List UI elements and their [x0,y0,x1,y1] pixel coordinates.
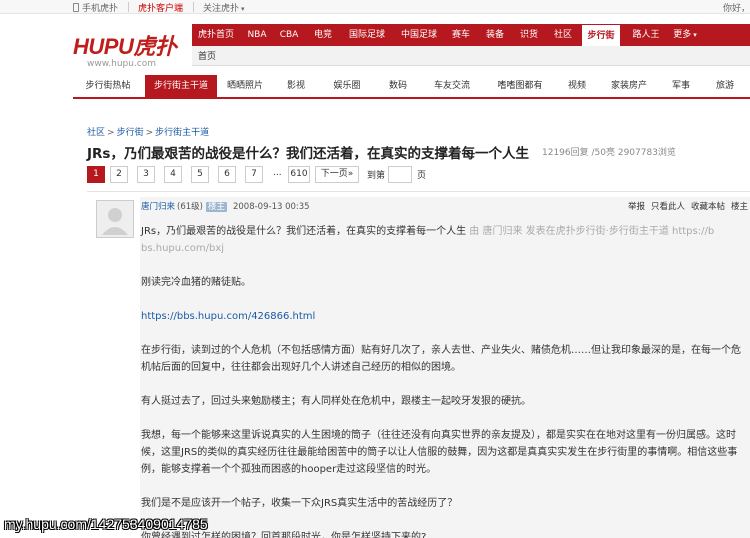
client-link[interactable]: 虎扑客户端 [138,1,183,14]
greeting: 你好， [723,4,750,14]
channel-movies[interactable]: 影视 [273,75,319,97]
avatar[interactable] [96,200,134,238]
post-first-line: JRs，乃们最艰苦的战役是什么？我们还活着，在真实的支撑着每一个人生 由 唐门归… [141,226,715,237]
channel-cars[interactable]: 车友交流 [425,75,479,97]
thread-title: JRs，乃们最艰苦的战役是什么？我们还活着，在真实的支撑着每一个人生 [87,146,529,162]
pager-ellipsis: ... [273,168,282,178]
page-2[interactable]: 2 [110,166,128,183]
author-name[interactable]: 唐门归来 [141,202,175,212]
nav-more[interactable]: 更多 ▾ [670,24,700,46]
nav-cn-football[interactable]: 中国足球 [394,24,444,46]
floor-label: 楼主 [731,202,749,212]
post-paragraph: 在步行街，读到过的个人危机（不包括感情方面）贴有好几次了，亲人去世、产业失火、赌… [141,345,741,373]
channel-bar: 步行街热帖 步行街主干道 晒晒照片 影视 娱乐圈 数码 车友交流 嗜嗜图都有 视… [73,75,750,99]
nav-racing[interactable]: 赛车 [446,24,476,46]
page-7[interactable]: 7 [245,166,263,183]
subnav-home[interactable]: 首页 [198,49,216,62]
page-5[interactable]: 5 [191,166,209,183]
post-source-cont: bs.hupu.com/bxj [141,243,225,254]
watermark: my.hupu.com/142753409014785 [4,516,208,532]
follow-hupu-menu[interactable]: 关注虎扑 ▾ [203,1,245,14]
main-nav: 虎扑首页 NBA CBA 电竞 国际足球 中国足球 赛车 装备 识货 社区 步行… [192,24,750,46]
nav-lurenwang[interactable]: 路人王 [626,24,666,46]
post-paragraph: 我想，每一个能够来这里诉说真实的人生困境的筒子（往往还没有向真实世界的亲友提及）… [141,430,738,475]
chevron-down-icon: ▾ [241,5,245,13]
page-6[interactable]: 6 [218,166,236,183]
nav-home[interactable]: 虎扑首页 [192,24,240,46]
post-paragraph: 刚读完冷血猪的赌徒贴。 [141,277,251,288]
nav-buxingjie[interactable]: 步行街 [581,24,621,46]
nav-nba[interactable]: NBA [242,24,272,46]
nav-cba[interactable]: CBA [274,24,304,46]
post-body: JRs，乃们最艰苦的战役是什么？我们还活着，在真实的支撑着每一个人生 由 唐门归… [141,223,750,538]
author-level: (61级) [177,202,203,212]
channel-main[interactable]: 步行街主干道 [145,75,217,97]
channel-military[interactable]: 军事 [661,75,701,97]
post-actions: 举报 只看此人 收藏本帖 楼主 [628,200,750,212]
report-button[interactable]: 举报 [628,202,645,212]
channel-travel[interactable]: 旅游 [705,75,745,97]
favorite-button[interactable]: 收藏本帖 [691,202,725,212]
post-link[interactable]: https://bbs.hupu.com/426866.html [141,308,750,325]
channel-photos[interactable]: 晒晒照片 [219,75,271,97]
page-1[interactable]: 1 [87,166,105,183]
sub-nav: 首页 [192,46,750,66]
next-page-button[interactable]: 下一页» [315,166,359,183]
channel-video[interactable]: 视频 [559,75,595,97]
page-unit-label: 页 [417,171,427,181]
breadcrumb-buxingjie[interactable]: 步行街 [117,128,144,138]
nav-community[interactable]: 社区 [548,24,578,46]
op-badge: 楼主 [205,202,227,212]
chevron-down-icon: ▾ [693,31,697,39]
post-paragraph: 我们是不是应该开一个帖子，收集一下众JRS真实生活中的苦战经历了？ [141,498,458,509]
page-3[interactable]: 3 [137,166,155,183]
channel-digital[interactable]: 数码 [375,75,421,97]
nav-intl-football[interactable]: 国际足球 [342,24,392,46]
user-avatar-icon [97,201,133,237]
nav-gear[interactable]: 装备 [480,24,510,46]
post-author-line: 唐门归来 (61级) 楼主 2008-09-13 00:35 [141,200,310,212]
channel-entertainment[interactable]: 娱乐圈 [321,75,373,97]
only-this-user-button[interactable]: 只看此人 [651,202,685,212]
post-paragraph: 有人挺过去了，回过头来勉励楼主；有人同样处在危机中，跟楼主一起咬牙发狠的硬抗。 [141,396,531,407]
nav-esports[interactable]: 电竞 [308,24,338,46]
divider [87,191,750,192]
hupu-logo[interactable]: HUPU虎扑 www.hupu.com [73,29,183,69]
thread-stats: 12196回复 /50亮 2907783浏览 [542,148,676,158]
breadcrumb-community[interactable]: 社区 [87,128,105,138]
page-last[interactable]: 610 [288,166,310,183]
phone-icon [73,3,79,12]
goto-label: 到第 [367,171,386,181]
breadcrumb-main[interactable]: 步行街主干道 [155,128,209,138]
channel-pics[interactable]: 嗜嗜图都有 [483,75,557,97]
post-time: 2008-09-13 00:35 [232,202,310,212]
post-paragraph: 你曾经遇到过怎样的困境？回首那段时光，你是怎样坚持下来的? [141,532,427,538]
mobile-hupu-link[interactable]: 手机虎扑 [73,1,118,14]
breadcrumb: 社区 > 步行街 > 步行街主干道 [87,128,210,138]
nav-shihuo[interactable]: 识货 [514,24,544,46]
goto-page-input[interactable] [388,166,412,183]
channel-home-realestate[interactable]: 家装房产 [599,75,659,97]
page-4[interactable]: 4 [164,166,182,183]
channel-hot[interactable]: 步行街热帖 [73,75,143,97]
top-utility-bar: 手机虎扑 虎扑客户端 关注虎扑 ▾ 你好， [0,0,750,14]
